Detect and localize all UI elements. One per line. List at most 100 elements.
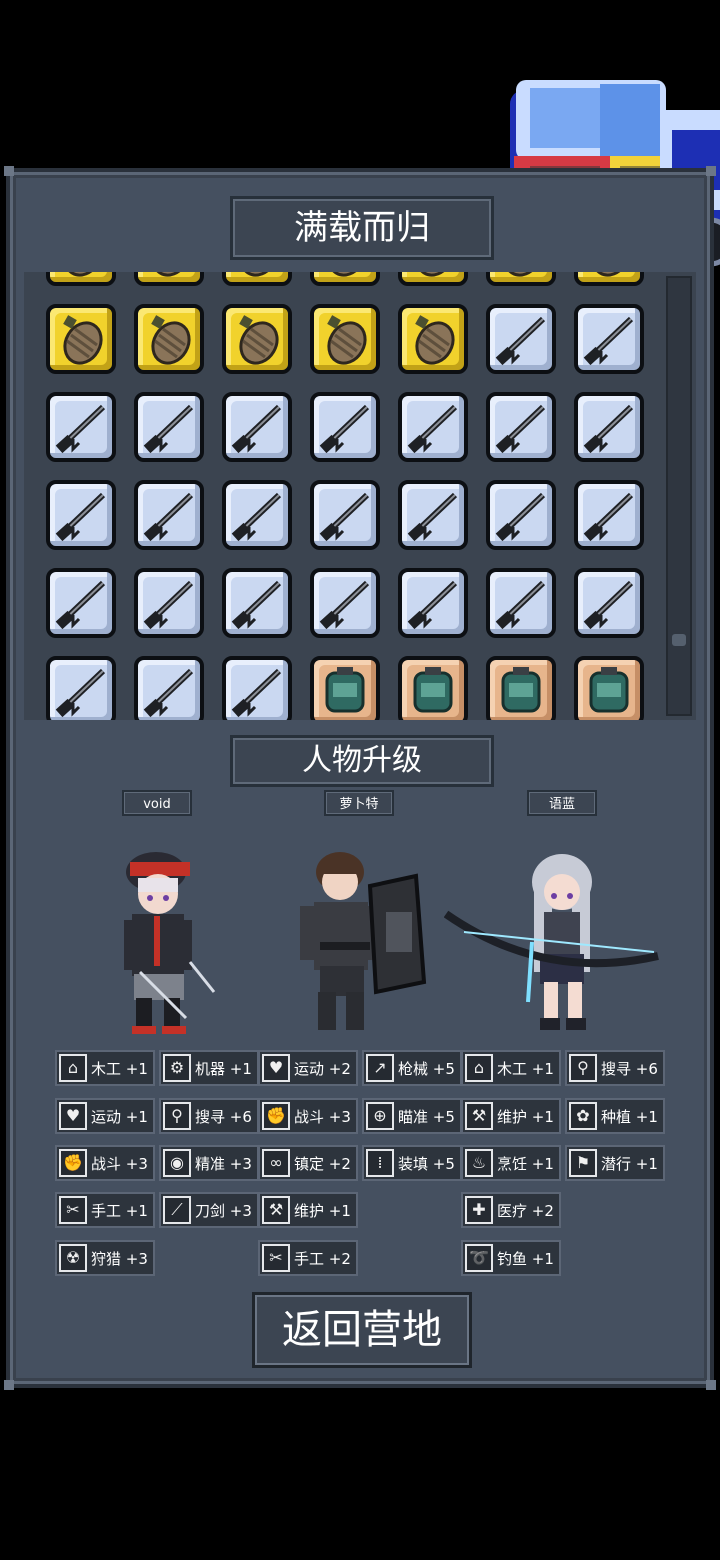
skill-label: 医疗 +2 [497,1201,554,1220]
house-icon: ⌂ [465,1054,493,1082]
return-to-camp-button[interactable]: 返回营地 [252,1292,472,1368]
inventory-slot-pack[interactable] [574,656,644,720]
heart-icon: ♥ [262,1054,290,1082]
skill-label: 机器 +1 [195,1059,252,1078]
inventory-slot-rifle[interactable] [310,568,380,638]
inventory-slot-rifle[interactable] [398,392,468,462]
skill-chip: ✂ 手工 +2 [258,1240,358,1276]
inventory-slot-rifle[interactable] [486,304,556,374]
skill-chip: ◉ 精准 +3 [159,1145,259,1181]
inventory-slot-pack[interactable] [486,656,556,720]
heart-icon: ♥ [59,1102,87,1130]
inventory-slot-rifle[interactable] [46,656,116,720]
skill-chip: ✊ 战斗 +3 [258,1098,358,1134]
skill-chip: ♥ 运动 +2 [258,1050,358,1086]
skill-label: 瞄准 +5 [398,1107,455,1126]
panel-corner [706,166,716,176]
scissors-icon: ✂ [262,1244,290,1272]
eye-icon: ◉ [163,1149,191,1177]
inventory-slot-rifle[interactable] [46,568,116,638]
magnifier-icon: ⚲ [569,1054,597,1082]
hunting-icon: ☢ [59,1244,87,1272]
inventory-slot-grenade[interactable] [310,304,380,374]
skill-chip: ✂ 手工 +1 [55,1192,155,1228]
magnifier-icon: ⚲ [163,1102,191,1130]
panel-corner [4,1380,14,1390]
skill-chip: ⊕ 瞄准 +5 [362,1098,462,1134]
character-robot-sprite[interactable] [290,842,430,1037]
skill-label: 镇定 +2 [294,1154,351,1173]
skill-chip: ♨ 烹饪 +1 [461,1145,561,1181]
character-name-tag: 语蓝 [527,790,597,816]
character-void-sprite[interactable] [110,842,230,1037]
inventory-slot-rifle[interactable] [574,392,644,462]
wrench-icon: ⚒ [262,1196,290,1224]
inventory-slot-rifle[interactable] [46,392,116,462]
sword-icon: ⟋ [163,1196,191,1224]
inventory-slot-rifle[interactable] [574,304,644,374]
scrollbar-thumb[interactable] [672,634,686,646]
skill-label: 战斗 +3 [294,1107,351,1126]
inventory-slot-grenade[interactable] [310,272,380,286]
inventory-slot-rifle[interactable] [310,392,380,462]
skill-label: 运动 +1 [91,1107,148,1126]
inventory-slot-rifle[interactable] [134,392,204,462]
inventory-slot-grenade[interactable] [46,272,116,286]
inventory-slot-pack[interactable] [310,656,380,720]
inventory-slot-rifle[interactable] [222,656,292,720]
inventory-grid[interactable] [24,272,696,720]
skill-chip: ➰ 钓鱼 +1 [461,1240,561,1276]
character-yulan-sprite[interactable] [444,842,664,1037]
skill-label: 刀剑 +3 [195,1201,252,1220]
inventory-slot-rifle[interactable] [46,480,116,550]
inventory-slot-grenade[interactable] [486,272,556,286]
skill-chip: ✊ 战斗 +3 [55,1145,155,1181]
character-name-tag: 萝卜特 [324,790,394,816]
inventory-slot-rifle[interactable] [222,568,292,638]
inventory-slot-grenade[interactable] [574,272,644,286]
inventory-slot-grenade[interactable] [398,272,468,286]
inventory-slot-grenade[interactable] [46,304,116,374]
skill-label: 手工 +2 [294,1249,351,1268]
inventory-slot-rifle[interactable] [134,480,204,550]
glasses-icon: ∞ [262,1149,290,1177]
inventory-slot-grenade[interactable] [222,272,292,286]
skill-chip: ✚ 医疗 +2 [461,1192,561,1228]
inventory-slot-rifle[interactable] [398,480,468,550]
inventory-slot-grenade[interactable] [134,272,204,286]
panel-corner [706,1380,716,1390]
panel-corner [4,166,14,176]
inventory-slot-rifle[interactable] [134,568,204,638]
skill-chip: ☢ 狩猎 +3 [55,1240,155,1276]
inventory-slot-rifle[interactable] [310,480,380,550]
skill-chip: ⟋ 刀剑 +3 [159,1192,259,1228]
inventory-slot-rifle[interactable] [574,568,644,638]
inventory-slot-rifle[interactable] [222,480,292,550]
inventory-slot-grenade[interactable] [134,304,204,374]
inventory-slot-rifle[interactable] [398,568,468,638]
inventory-slot-grenade[interactable] [398,304,468,374]
skill-chip: ⚒ 维护 +1 [258,1192,358,1228]
wrench-icon: ⚒ [465,1102,493,1130]
character-name-tag: void [122,790,192,816]
inventory-slot-rifle[interactable] [486,392,556,462]
inventory-slot-rifle[interactable] [486,480,556,550]
inventory-slot-rifle[interactable] [134,656,204,720]
page-title: 满载而归 [230,196,494,260]
section-title-upgrade: 人物升级 [230,735,494,787]
scissors-icon: ✂ [59,1196,87,1224]
skill-chip: ✿ 种植 +1 [565,1098,665,1134]
fist-icon: ✊ [59,1149,87,1177]
inventory-slot-rifle[interactable] [486,568,556,638]
skill-label: 钓鱼 +1 [497,1249,554,1268]
skill-label: 维护 +1 [497,1107,554,1126]
inventory-slot-pack[interactable] [398,656,468,720]
inventory-slot-rifle[interactable] [222,392,292,462]
inventory-scrollbar[interactable] [666,276,692,716]
skill-label: 枪械 +5 [398,1059,455,1078]
inventory-slot-grenade[interactable] [222,304,292,374]
inventory-slot-rifle[interactable] [574,480,644,550]
skill-chip: ♥ 运动 +1 [55,1098,155,1134]
gun-icon: ↗ [366,1054,394,1082]
skill-label: 木工 +1 [91,1059,148,1078]
